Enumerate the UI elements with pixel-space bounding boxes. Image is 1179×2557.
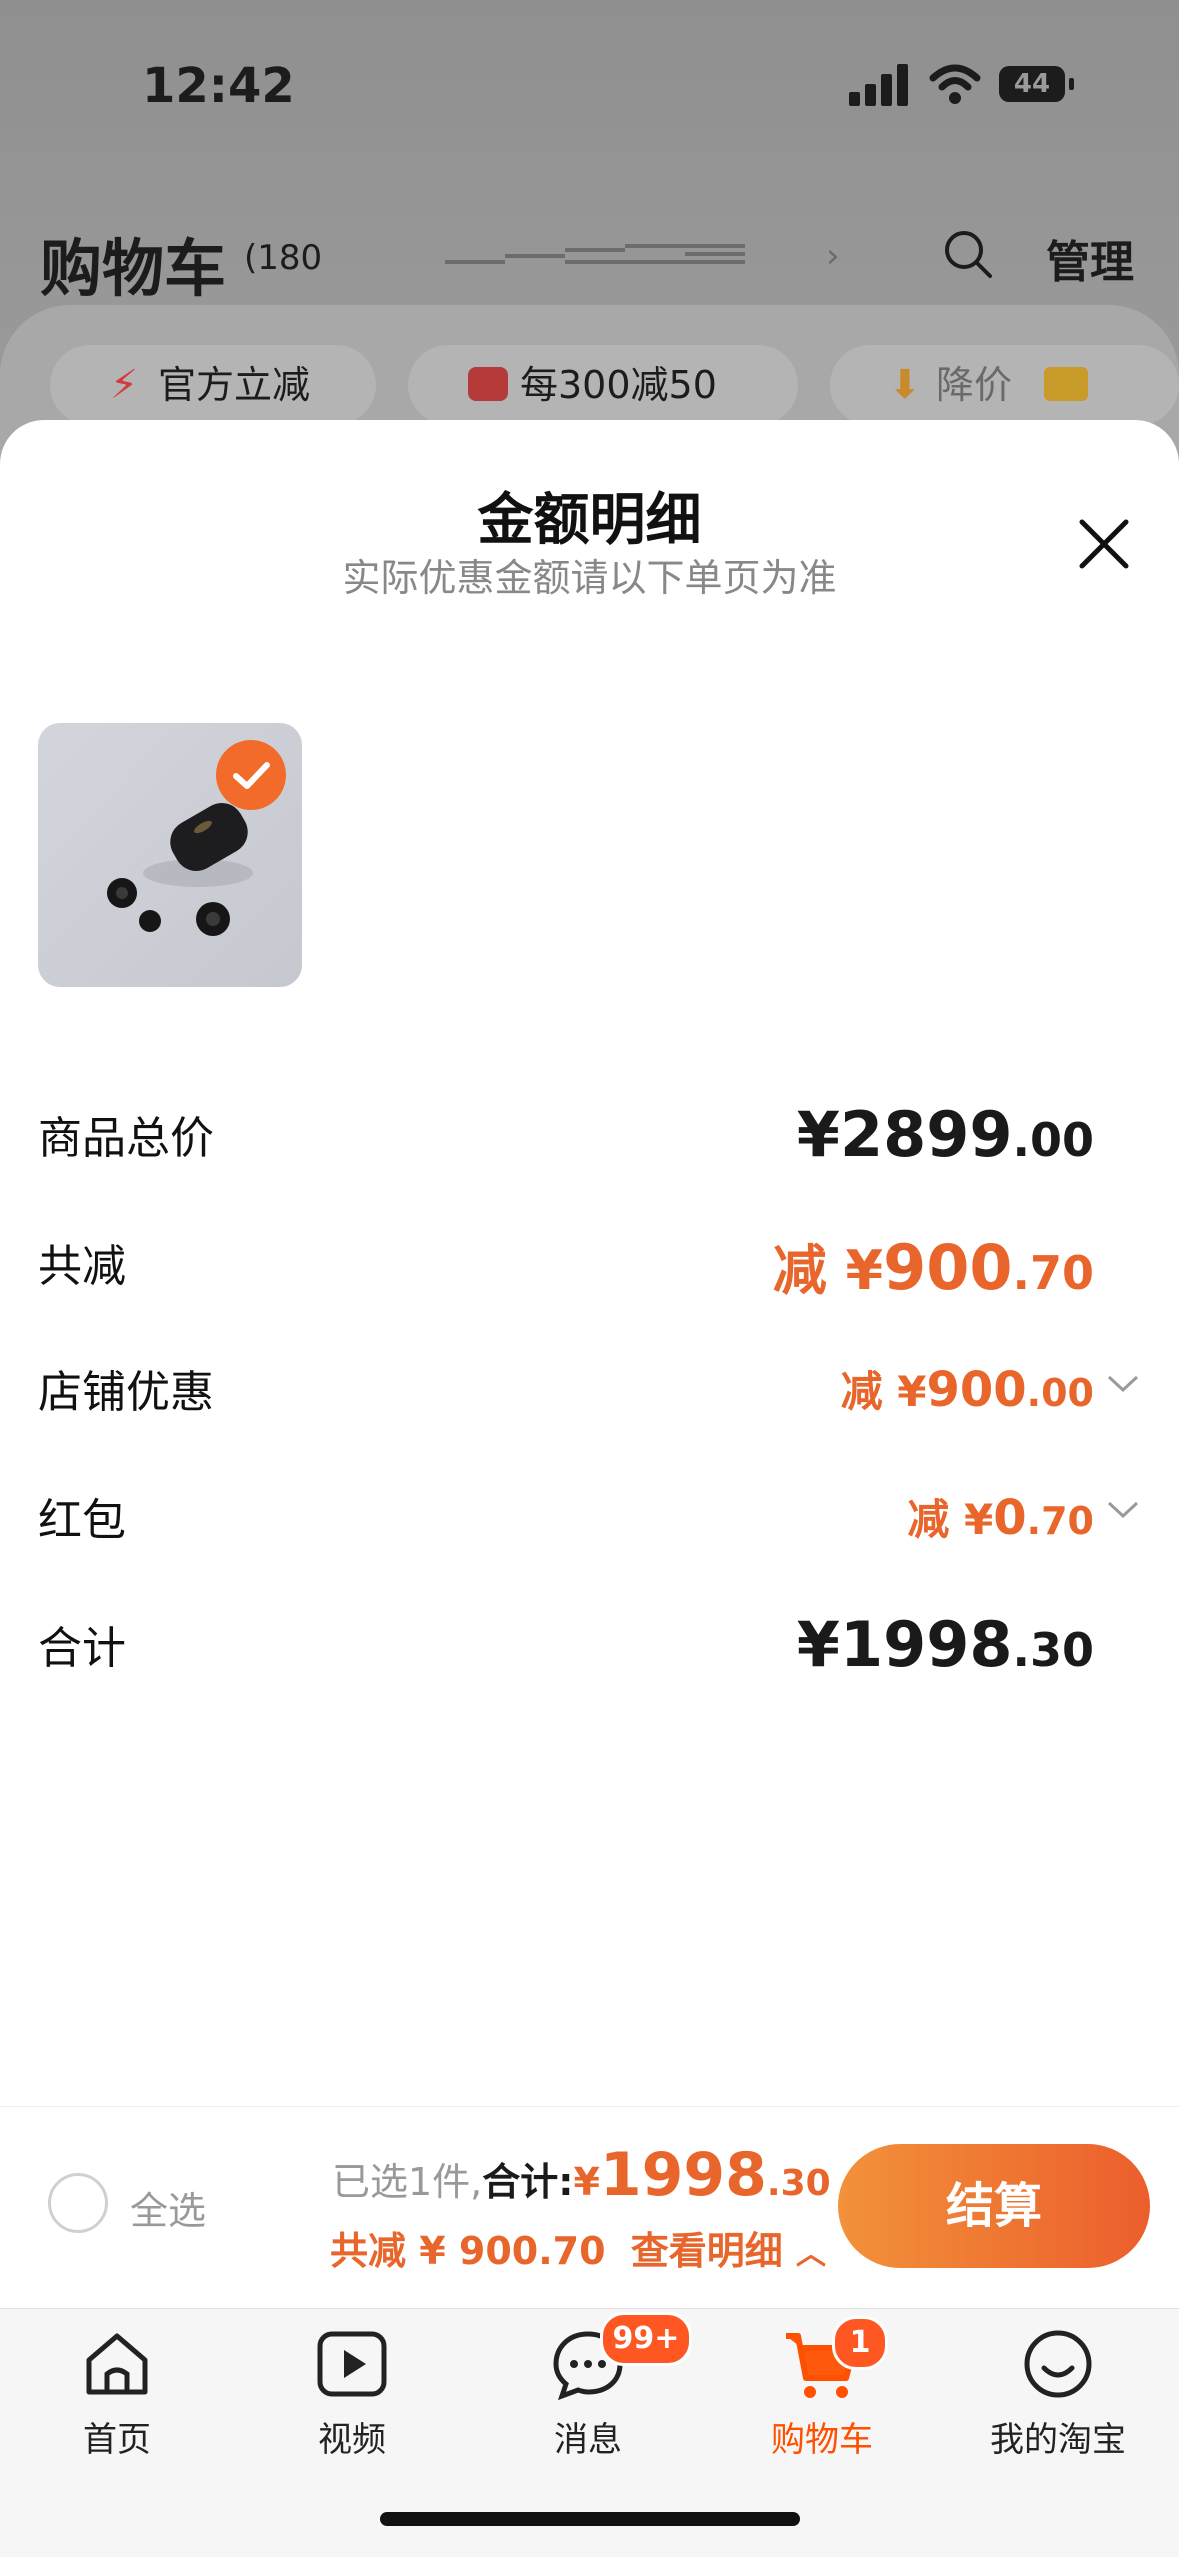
tab-messages[interactable]: 消息 99+ [488,2312,692,2468]
chevron-right-icon[interactable]: › [826,236,840,276]
video-icon [317,2331,387,2397]
cart-count: (180 [244,238,323,278]
red-packet-value[interactable]: 减 ¥0.70 [907,1486,1094,1547]
sum-value: ¥1998.30 [796,1608,1094,1681]
red-packet-label: 红包 [38,1495,126,1546]
chevron-down-icon[interactable] [1106,1500,1140,1520]
sheet-title: 金额明细 [477,488,702,553]
saved-text: 共减 ¥ 900.70 [330,2229,606,2273]
chip-label: 每300减50 [520,363,717,407]
chip-per-300-minus-50[interactable]: 每300减50 [408,345,798,425]
profile-face-icon [1024,2330,1092,2398]
total-integer: 1998 [599,2140,767,2210]
wifi-icon [929,64,981,104]
selected-check-icon[interactable] [216,740,286,810]
tab-label: 首页 [83,2420,151,2460]
down-arrow-icon: ⬇ [888,362,922,408]
manage-button[interactable]: 管理 [1046,226,1134,290]
view-details-link: 查看明细 [630,2229,783,2273]
select-all-radio[interactable] [48,2173,108,2233]
tab-label: 消息 [554,2420,622,2460]
tab-my-taobao[interactable]: 我的淘宝 [958,2318,1158,2468]
total-decimal: .30 [766,2163,831,2204]
tab-label: 我的淘宝 [990,2420,1126,2460]
tab-video[interactable]: 视频 [252,2318,452,2468]
goods-total-label: 商品总价 [38,1113,214,1164]
search-icon[interactable] [942,228,994,280]
cart-badge: 1 [832,2316,888,2370]
home-icon [86,2333,148,2395]
address-blurred[interactable] [445,240,745,270]
select-all-label[interactable]: 全选 [130,2180,206,2235]
chip-label: 降价 [936,363,1013,407]
sheet-subtitle: 实际优惠金额请以下单页为准 [342,556,837,600]
home-indicator[interactable] [380,2512,800,2526]
lightning-icon: ⚡ [110,362,139,408]
chip-official-discount[interactable]: ⚡ 官方立减 [50,345,376,425]
status-icons: 44 [849,62,1079,106]
tab-label: 视频 [318,2420,386,2460]
store-discount-label: 店铺优惠 [38,1367,214,1418]
selected-count-text: 已选1件, [332,2160,483,2204]
shop-icon [468,367,508,401]
battery-icon: 44 [999,66,1065,102]
chip-label: 官方立减 [158,363,311,407]
tab-cart[interactable]: 购物车 1 [722,2316,922,2468]
chevron-up-icon: ︿ [796,2237,827,2272]
saved-summary[interactable]: 共减 ¥ 900.70 查看明细 ︿ [330,2220,826,2275]
status-time: 12:42 [142,58,295,114]
goods-total-value: ¥2899.00 [796,1098,1094,1171]
selected-summary: 已选1件,合计:¥1998.30 [332,2140,831,2210]
folder-icon [1044,367,1088,401]
battery-tip [1069,78,1074,90]
total-discount-value: 减 ¥900.70 [772,1231,1094,1304]
total-label: 合计: [482,2160,574,2204]
tab-home[interactable]: 首页 [17,2318,217,2468]
message-badge: 99+ [600,2312,692,2366]
store-discount-value[interactable]: 减 ¥900.00 [841,1358,1094,1419]
cart-title: 购物车 [40,232,227,305]
sum-label: 合计 [38,1623,126,1674]
total-discount-label: 共减 [38,1241,126,1292]
close-icon[interactable] [1076,516,1132,572]
chip-price-drop[interactable]: ⬇ 降价 [830,345,1179,425]
checkout-button[interactable]: 结算 [838,2144,1150,2268]
chevron-down-icon[interactable] [1106,1374,1140,1394]
tab-label: 购物车 [771,2420,873,2460]
